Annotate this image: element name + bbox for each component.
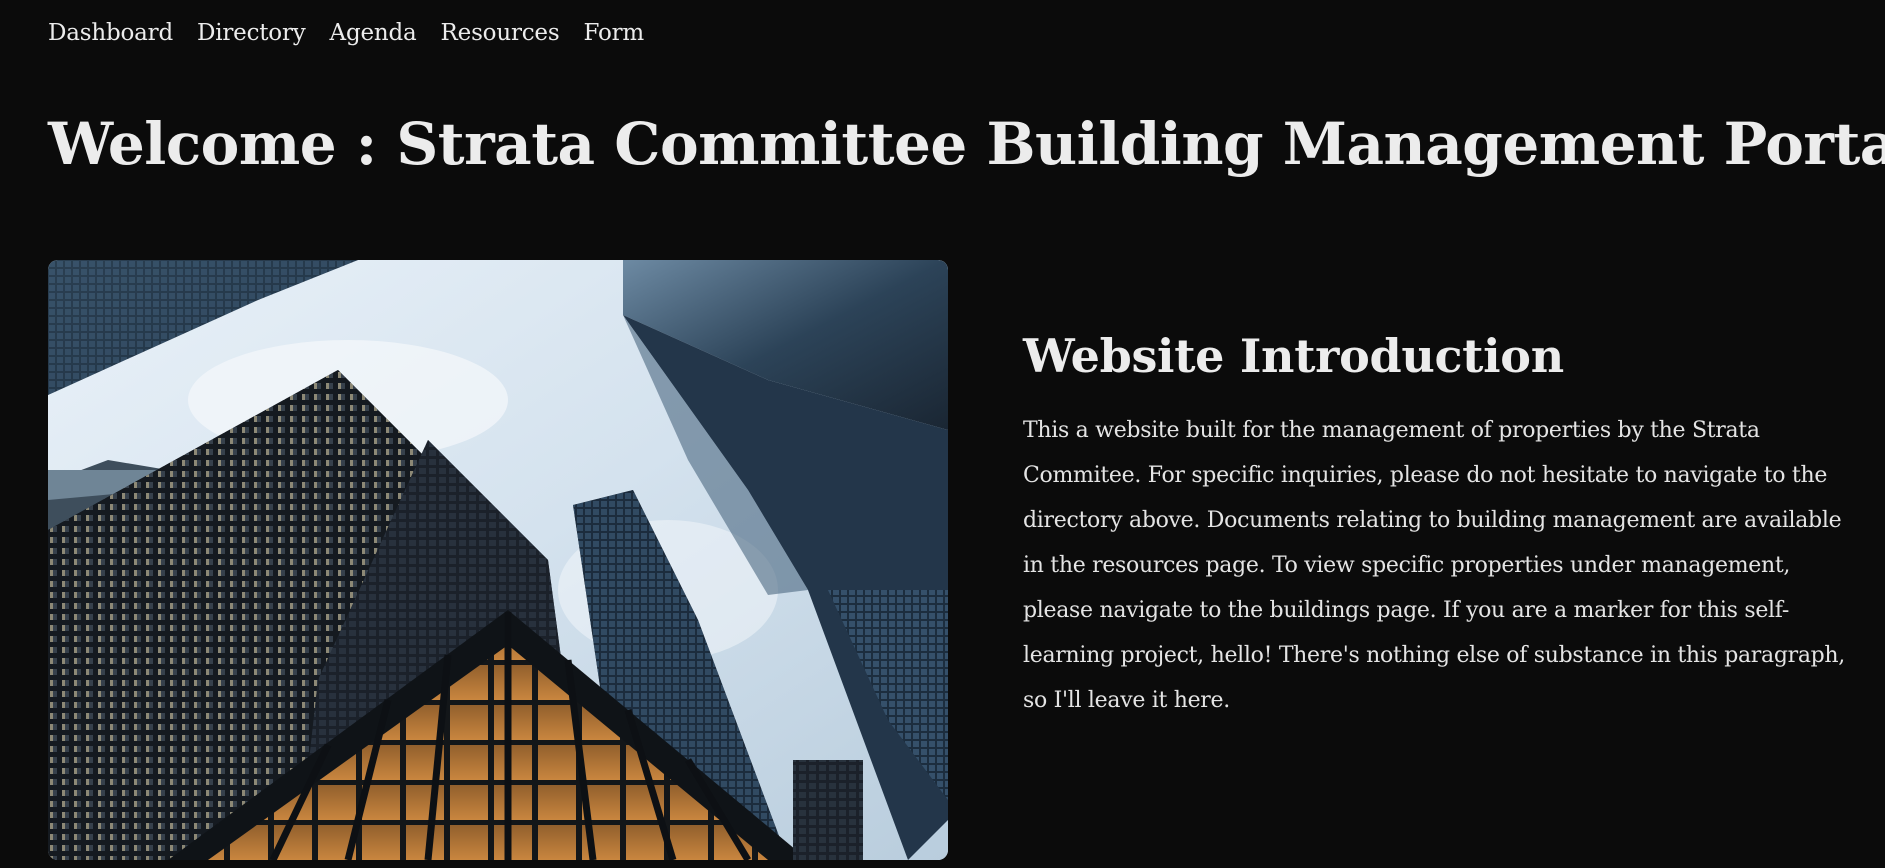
introduction-paragraph: This a website built for the management … xyxy=(1023,418,1845,713)
website-introduction-section: Website Introduction This a website buil… xyxy=(1023,326,1853,723)
nav-agenda-link[interactable]: Agenda xyxy=(330,16,417,50)
nav-dashboard-link[interactable]: Dashboard xyxy=(48,16,173,50)
nav-resources-link[interactable]: Resources xyxy=(441,16,560,50)
nav-directory-link[interactable]: Directory xyxy=(197,16,306,50)
page-title: Welcome : Strata Committee Building Mana… xyxy=(48,110,1885,178)
top-nav: Dashboard Directory Agenda Resources For… xyxy=(48,16,644,50)
introduction-heading: Website Introduction xyxy=(1023,329,1564,383)
skyscrapers-hero-image xyxy=(48,260,948,860)
nav-form-link[interactable]: Form xyxy=(583,16,644,50)
